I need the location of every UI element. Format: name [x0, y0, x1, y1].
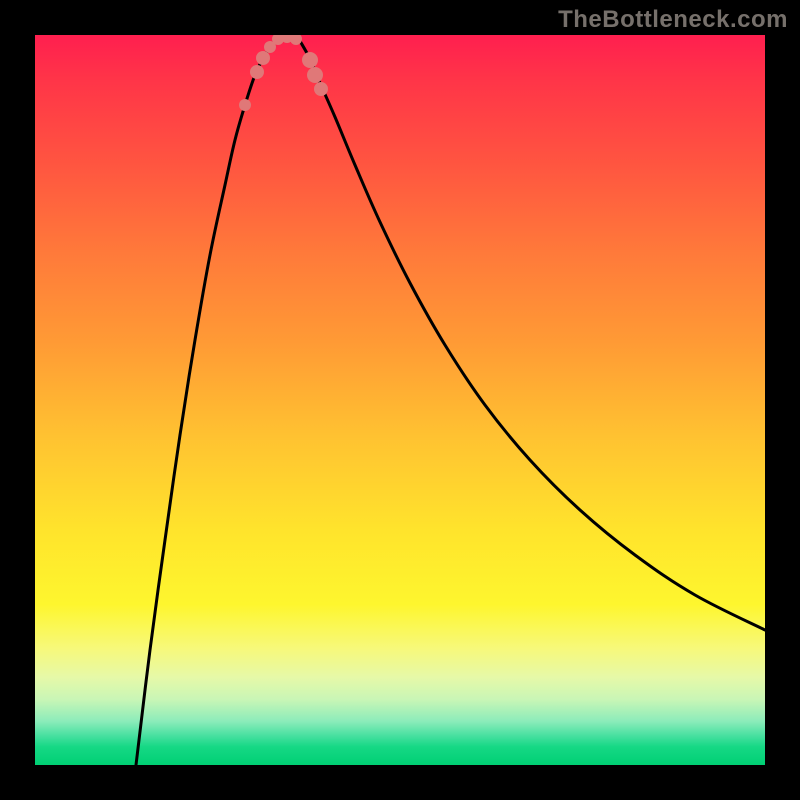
- data-marker: [307, 67, 323, 83]
- data-markers: [239, 35, 328, 111]
- data-marker: [256, 51, 270, 65]
- data-marker: [302, 52, 318, 68]
- data-marker: [239, 99, 251, 111]
- data-marker: [314, 82, 328, 96]
- watermark-text: TheBottleneck.com: [558, 6, 788, 34]
- chart-svg: [35, 35, 765, 765]
- bottleneck-curve: [136, 37, 765, 765]
- data-marker: [250, 65, 264, 79]
- chart-frame: TheBottleneck.com: [0, 0, 800, 800]
- plot-area: [35, 35, 765, 765]
- curve-path: [136, 37, 765, 765]
